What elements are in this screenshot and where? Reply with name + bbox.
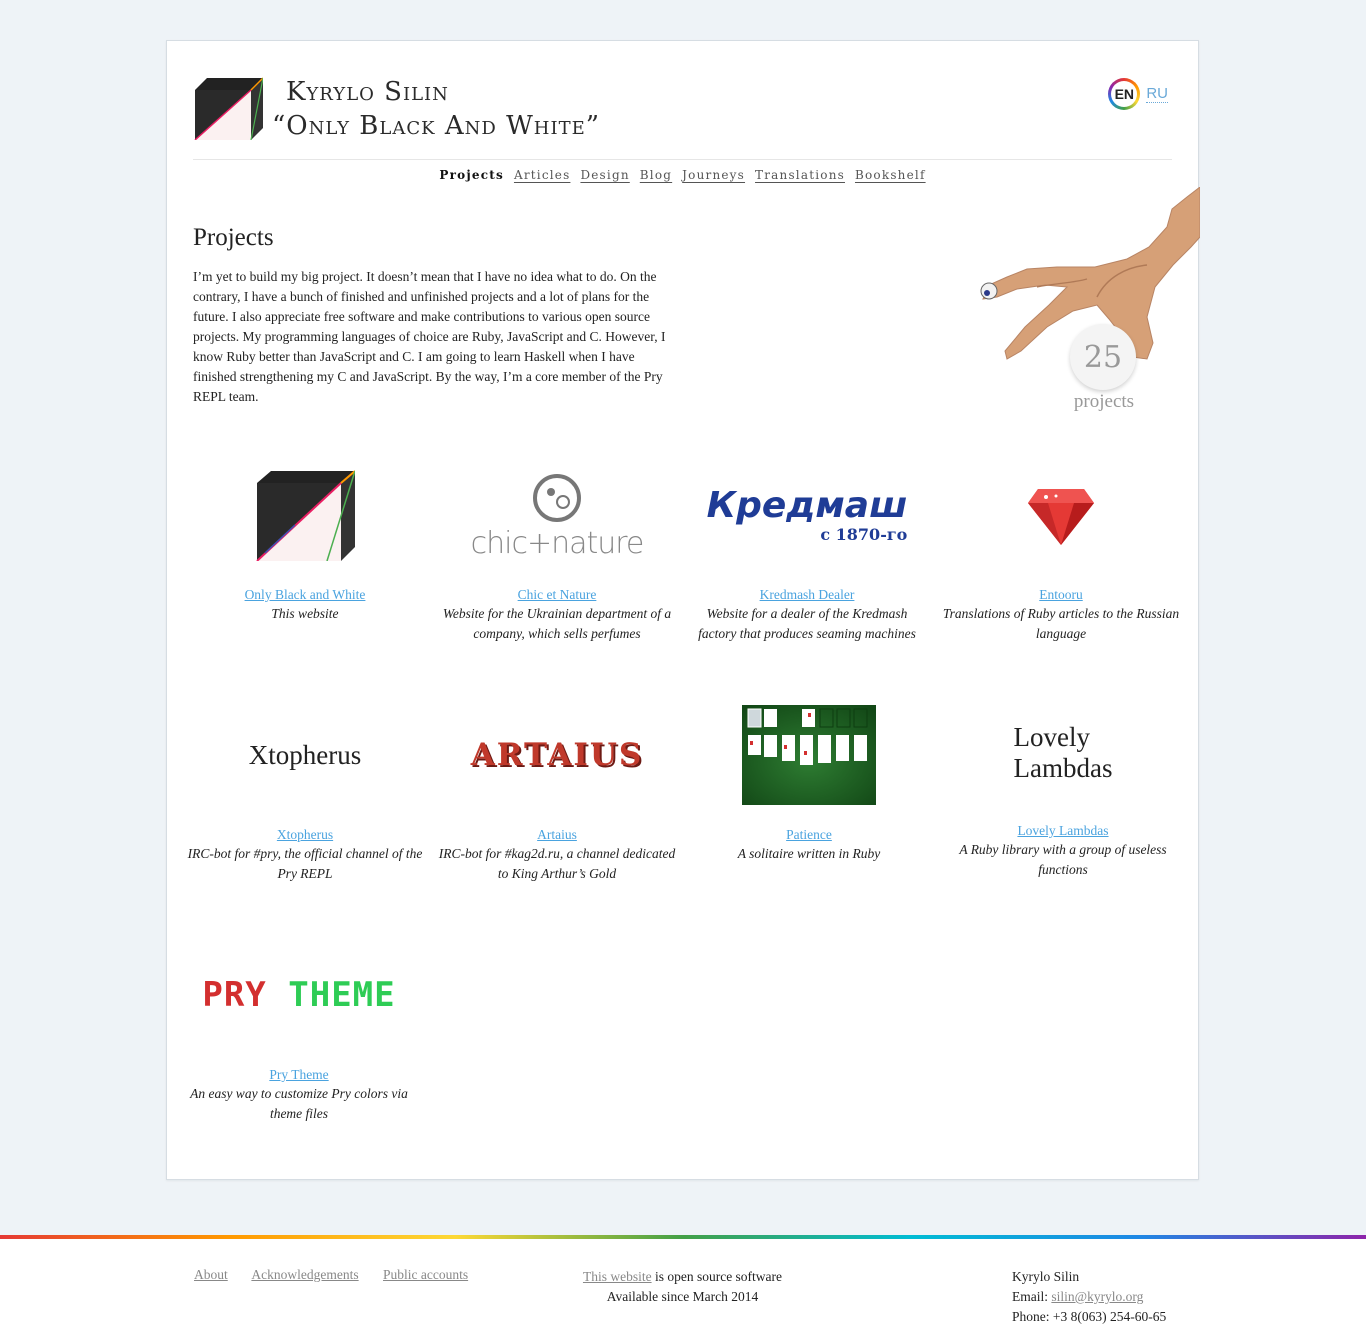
lovely-lambdas-wordmark: Lovely Lambdas — [1014, 722, 1113, 784]
footer-link-about[interactable]: About — [194, 1267, 228, 1282]
project-thumb[interactable]: PRY THEME — [179, 935, 419, 1055]
project-card: PRY THEME Pry Theme An easy way to custo… — [179, 935, 419, 1124]
footer-links: About Acknowledgements Public accounts — [194, 1267, 489, 1283]
project-count-label: projects — [1073, 391, 1135, 412]
nav-projects[interactable]: Projects — [439, 168, 504, 182]
project-card: Only Black and White This website — [185, 455, 425, 624]
site-tagline: “Only Black And White” — [272, 111, 601, 141]
project-card: Кредмаш с 1870-го Kredmash Dealer Websit… — [687, 455, 927, 644]
project-card: Entooru Translations of Ruby articles to… — [941, 455, 1181, 644]
project-description: IRC-bot for #kag2d.ru, a channel dedicat… — [438, 846, 676, 881]
project-title-link[interactable]: Only Black and White — [245, 587, 366, 603]
footer-link-acknowledgements[interactable]: Acknowledgements — [251, 1267, 358, 1282]
footer-email-label: Email: — [1012, 1289, 1052, 1304]
page-title: Projects — [193, 224, 274, 251]
chic-nature-wordmark: chic+nature — [470, 525, 645, 561]
lovely-lambdas-line2: Lambdas — [1013, 753, 1113, 783]
cube-logo-icon — [256, 470, 355, 561]
nav-articles[interactable]: Articles — [514, 168, 570, 182]
project-card: ARTAIUS Artaius IRC-bot for #kag2d.ru, a… — [437, 695, 677, 884]
footer-source-line: This website is open source software — [555, 1267, 810, 1287]
project-title-link[interactable]: Kredmash Dealer — [760, 587, 855, 603]
project-thumb[interactable]: Lovely Lambdas — [943, 695, 1183, 811]
artaius-wordmark: ARTAIUS — [470, 737, 644, 773]
nav-journeys[interactable]: Journeys — [682, 168, 745, 182]
header-divider — [193, 159, 1172, 160]
footer-contact: Kyrylo Silin Email: silin@kyrylo.org Pho… — [1012, 1267, 1166, 1327]
footer: About Acknowledgements Public accounts T… — [0, 1239, 1366, 1339]
project-thumb[interactable]: Xtopherus — [185, 695, 425, 815]
project-description: A Ruby library with a group of useless f… — [959, 842, 1167, 877]
footer-phone: Phone: +3 8(063) 254-60-65 — [1012, 1309, 1167, 1324]
project-thumb[interactable] — [941, 455, 1181, 575]
project-description: Website for a dealer of the Kredmash fac… — [698, 606, 916, 641]
nav-blog[interactable]: Blog — [640, 168, 672, 182]
project-title-link[interactable]: Patience — [786, 827, 832, 843]
lang-en-active: EN — [1108, 78, 1141, 110]
main-nav: Projects Articles Design Blog Journeys T… — [167, 168, 1198, 182]
project-title-link[interactable]: Xtopherus — [277, 827, 333, 843]
footer-email-line: Email: silin@kyrylo.org — [1012, 1287, 1166, 1307]
project-title-link[interactable]: Pry Theme — [269, 1067, 328, 1083]
project-card: chic+nature Chic et Nature Website for t… — [437, 455, 677, 644]
xtopherus-wordmark: Xtopherus — [248, 739, 362, 770]
lovely-lambdas-line1: Lovely — [1013, 722, 1090, 752]
pry-theme-wordmark: PRY THEME — [202, 975, 395, 1015]
footer-link-public-accounts[interactable]: Public accounts — [383, 1267, 468, 1282]
solitaire-screenshot — [742, 705, 876, 805]
project-description: A solitaire written in Ruby — [737, 846, 881, 861]
project-description: An easy way to customize Pry colors via … — [190, 1086, 408, 1121]
project-description: Website for the Ukrainian department of … — [442, 606, 672, 641]
kredmash-since: с 1870-го — [820, 524, 908, 544]
project-title-link[interactable]: Artaius — [537, 827, 577, 843]
pry-theme-word1: PRY — [202, 975, 267, 1015]
project-thumb[interactable] — [689, 695, 929, 815]
nav-bookshelf[interactable]: Bookshelf — [855, 168, 926, 182]
project-description: This website — [271, 606, 339, 621]
project-title-link[interactable]: Chic et Nature — [518, 587, 597, 603]
lang-ru-link[interactable]: RU — [1146, 85, 1168, 103]
project-count-badge: 25 — [1070, 324, 1136, 390]
project-description: Translations of Ruby articles to the Rus… — [942, 606, 1180, 641]
main-card: Kyrylo Silin “Only Black And White” EN R… — [166, 40, 1200, 1180]
language-switcher: EN RU — [1108, 78, 1168, 110]
project-card: Lovely Lambdas Lovely Lambdas A Ruby lib… — [943, 695, 1183, 880]
pry-theme-word2: THEME — [288, 975, 396, 1015]
project-title-link[interactable]: Entooru — [1039, 587, 1083, 603]
footer-source-text: is open source software — [651, 1269, 783, 1284]
footer-contact-name: Kyrylo Silin — [1012, 1269, 1080, 1284]
author-name: Kyrylo Silin — [286, 77, 449, 107]
nav-translations[interactable]: Translations — [755, 168, 845, 182]
project-thumb[interactable]: Кредмаш с 1870-го — [687, 455, 927, 575]
project-description: IRC-bot for #pry, the official channel o… — [187, 846, 423, 881]
lang-en-label: EN — [1111, 81, 1138, 107]
project-card: Xtopherus Xtopherus IRC-bot for #pry, th… — [185, 695, 425, 884]
intro-text: I’m yet to build my big project. It does… — [193, 269, 666, 404]
nav-design[interactable]: Design — [580, 168, 629, 182]
project-card: Patience A solitaire written in Ruby — [689, 695, 929, 864]
ruby-gem-icon — [1028, 489, 1094, 545]
footer-source-link[interactable]: This website — [583, 1269, 652, 1284]
footer-since: Available since March 2014 — [606, 1289, 759, 1304]
project-thumb[interactable]: ARTAIUS — [437, 695, 677, 815]
project-title-link[interactable]: Lovely Lambdas — [1017, 823, 1108, 839]
footer-source-info: This website is open source software Ava… — [555, 1267, 810, 1307]
footer-email-link[interactable]: silin@kyrylo.org — [1051, 1289, 1143, 1304]
project-thumb[interactable] — [185, 455, 425, 575]
site-logo-cube-icon[interactable] — [193, 76, 263, 140]
project-thumb[interactable]: chic+nature — [437, 455, 677, 575]
chic-nature-emblem-icon — [533, 473, 581, 522]
site-title[interactable]: Kyrylo Silin “Only Black And White” — [272, 75, 600, 143]
kredmash-wordmark: Кредмаш — [706, 484, 908, 526]
